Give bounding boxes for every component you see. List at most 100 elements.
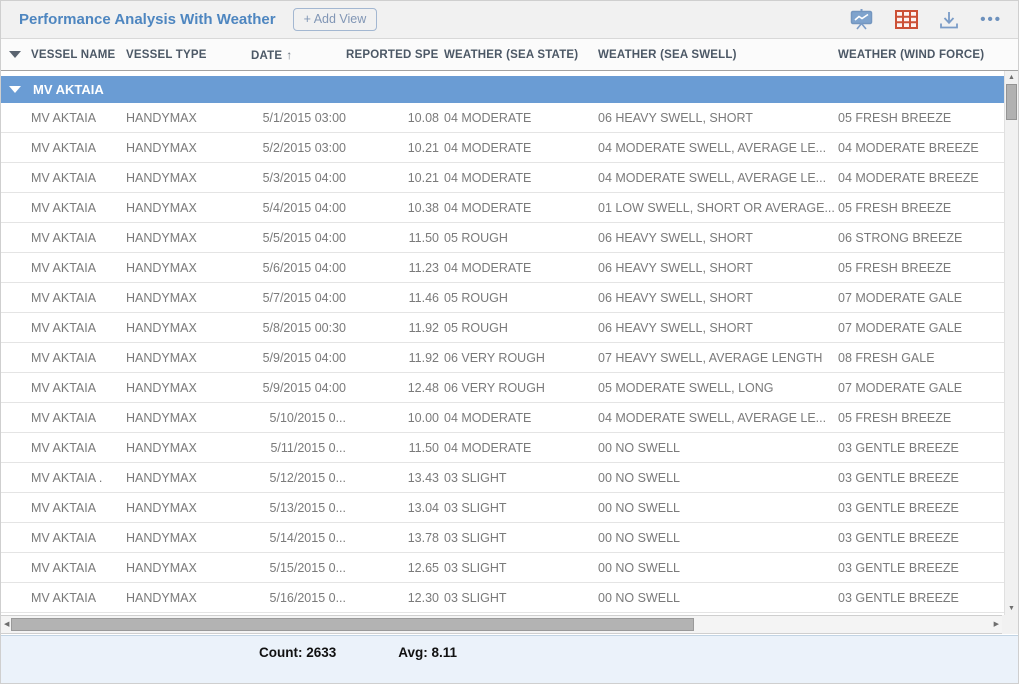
table-row[interactable]: MV AKTAIAHANDYMAX5/13/2015 0...13.0403 S…	[1, 493, 1006, 523]
scroll-up-arrow-icon[interactable]: ▲	[1005, 74, 1018, 81]
collapse-all-button[interactable]	[1, 51, 31, 58]
cell-sea_swell: 04 MODERATE SWELL, AVERAGE LE...	[596, 141, 836, 155]
more-options-icon[interactable]: •••	[980, 12, 1002, 27]
cell-type: HANDYMAX	[126, 111, 241, 125]
toolbar: •••	[849, 9, 1002, 30]
column-header-type[interactable]: VESSEL TYPE	[126, 49, 241, 61]
cell-wind_force: 05 FRESH BREEZE	[836, 411, 1006, 425]
cell-date: 5/3/2015 04:00	[241, 171, 346, 185]
table-row[interactable]: MV AKTAIAHANDYMAX5/14/2015 0...13.7803 S…	[1, 523, 1006, 553]
cell-sea_state: 04 MODERATE	[439, 441, 596, 455]
cell-wind_force: 05 FRESH BREEZE	[836, 261, 1006, 275]
cell-sea_state: 04 MODERATE	[439, 171, 596, 185]
cell-speed: 10.00	[346, 411, 439, 425]
table-row[interactable]: MV AKTAIAHANDYMAX5/8/2015 00:3011.9205 R…	[1, 313, 1006, 343]
cell-date: 5/8/2015 00:30	[241, 321, 346, 335]
column-header-wind_force[interactable]: WEATHER (WIND FORCE)	[836, 49, 1006, 61]
column-header-row: VESSEL NAMEVESSEL TYPEDATE↑REPORTED SPEE…	[1, 39, 1018, 71]
count-summary: Count: 2633	[259, 645, 336, 660]
cell-sea_swell: 00 NO SWELL	[596, 531, 836, 545]
cell-date: 5/1/2015 03:00	[241, 111, 346, 125]
page-title: Performance Analysis With Weather	[19, 11, 276, 28]
cell-vessel: MV AKTAIA	[31, 291, 126, 305]
scroll-left-arrow-icon[interactable]: ◀	[4, 621, 9, 628]
cell-sea_state: 03 SLIGHT	[439, 561, 596, 575]
table-row[interactable]: MV AKTAIA .HANDYMAX5/12/2015 0...13.4303…	[1, 463, 1006, 493]
horizontal-scrollbar[interactable]: ◀ ▶	[1, 615, 1004, 634]
cell-speed: 11.23	[346, 261, 439, 275]
cell-date: 5/2/2015 03:00	[241, 141, 346, 155]
cell-date: 5/7/2015 04:00	[241, 291, 346, 305]
cell-type: HANDYMAX	[126, 561, 241, 575]
cell-wind_force: 04 MODERATE BREEZE	[836, 141, 1006, 155]
cell-sea_state: 06 VERY ROUGH	[439, 381, 596, 395]
table-row[interactable]: MV AKTAIAHANDYMAX5/6/2015 04:0011.2304 M…	[1, 253, 1006, 283]
cell-sea_swell: 00 NO SWELL	[596, 591, 836, 605]
table-row[interactable]: MV AKTAIAHANDYMAX5/5/2015 04:0011.5005 R…	[1, 223, 1006, 253]
table-row[interactable]: MV AKTAIAHANDYMAX5/7/2015 04:0011.4605 R…	[1, 283, 1006, 313]
column-header-speed[interactable]: REPORTED SPEED	[346, 49, 439, 61]
cell-date: 5/9/2015 04:00	[241, 381, 346, 395]
cell-sea_state: 03 SLIGHT	[439, 591, 596, 605]
table-row[interactable]: MV AKTAIAHANDYMAX5/1/2015 03:0010.0804 M…	[1, 103, 1006, 133]
column-header-vessel[interactable]: VESSEL NAME	[31, 49, 126, 61]
table-row[interactable]: MV AKTAIAHANDYMAX5/4/2015 04:0010.3804 M…	[1, 193, 1006, 223]
table-row[interactable]: MV AKTAIAHANDYMAX5/11/2015 0...11.5004 M…	[1, 433, 1006, 463]
table-row[interactable]: MV AKTAIAHANDYMAX5/3/2015 04:0010.2104 M…	[1, 163, 1006, 193]
table-row[interactable]: MV AKTAIAHANDYMAX5/9/2015 04:0012.4806 V…	[1, 373, 1006, 403]
table-view-icon[interactable]	[895, 10, 918, 29]
column-header-sea_swell[interactable]: WEATHER (SEA SWELL)	[596, 49, 836, 61]
cell-date: 5/9/2015 04:00	[241, 351, 346, 365]
download-icon[interactable]	[939, 10, 959, 30]
cell-speed: 11.50	[346, 441, 439, 455]
horizontal-scrollbar-thumb[interactable]	[11, 618, 694, 631]
cell-type: HANDYMAX	[126, 201, 241, 215]
cell-date: 5/10/2015 0...	[241, 411, 346, 425]
cell-vessel: MV AKTAIA	[31, 261, 126, 275]
scroll-down-arrow-icon[interactable]: ▼	[1005, 605, 1018, 612]
cell-speed: 12.65	[346, 561, 439, 575]
cell-vessel: MV AKTAIA	[31, 501, 126, 515]
cell-vessel: MV AKTAIA	[31, 381, 126, 395]
cell-wind_force: 04 MODERATE BREEZE	[836, 171, 1006, 185]
cell-speed: 11.92	[346, 351, 439, 365]
cell-vessel: MV AKTAIA	[31, 201, 126, 215]
scroll-right-arrow-icon[interactable]: ▶	[994, 621, 999, 628]
group-header-row[interactable]: MV AKTAIA	[1, 76, 1006, 103]
cell-sea_state: 06 VERY ROUGH	[439, 351, 596, 365]
table-row[interactable]: MV AKTAIAHANDYMAX5/9/2015 04:0011.9206 V…	[1, 343, 1006, 373]
cell-type: HANDYMAX	[126, 411, 241, 425]
table-row[interactable]: MV AKTAIAHANDYMAX5/2/2015 03:0010.2104 M…	[1, 133, 1006, 163]
vertical-scrollbar-thumb[interactable]	[1006, 84, 1017, 120]
cell-vessel: MV AKTAIA	[31, 231, 126, 245]
cell-sea_state: 05 ROUGH	[439, 291, 596, 305]
cell-sea_state: 04 MODERATE	[439, 411, 596, 425]
cell-speed: 10.21	[346, 141, 439, 155]
column-header-sea_state[interactable]: WEATHER (SEA STATE)	[439, 49, 596, 61]
chevron-down-icon	[9, 86, 21, 93]
cell-wind_force: 03 GENTLE BREEZE	[836, 471, 1006, 485]
add-view-button[interactable]: + Add View	[293, 8, 378, 31]
cell-sea_swell: 00 NO SWELL	[596, 471, 836, 485]
cell-vessel: MV AKTAIA	[31, 561, 126, 575]
scrollbar-corner	[1002, 615, 1018, 634]
cell-speed: 10.21	[346, 171, 439, 185]
cell-type: HANDYMAX	[126, 591, 241, 605]
vertical-scrollbar[interactable]: ▲ ▼	[1004, 71, 1018, 615]
chart-view-icon[interactable]	[849, 9, 874, 30]
cell-speed: 10.08	[346, 111, 439, 125]
table-row[interactable]: MV AKTAIAHANDYMAX5/15/2015 0...12.6503 S…	[1, 553, 1006, 583]
cell-type: HANDYMAX	[126, 291, 241, 305]
cell-date: 5/12/2015 0...	[241, 471, 346, 485]
cell-sea_state: 03 SLIGHT	[439, 471, 596, 485]
cell-sea_state: 05 ROUGH	[439, 231, 596, 245]
cell-type: HANDYMAX	[126, 261, 241, 275]
cell-date: 5/5/2015 04:00	[241, 231, 346, 245]
cell-wind_force: 03 GENTLE BREEZE	[836, 441, 1006, 455]
cell-sea_swell: 00 NO SWELL	[596, 561, 836, 575]
table-row[interactable]: MV AKTAIAHANDYMAX5/16/2015 0...12.3003 S…	[1, 583, 1006, 613]
cell-sea_swell: 04 MODERATE SWELL, AVERAGE LE...	[596, 171, 836, 185]
table-row[interactable]: MV AKTAIAHANDYMAX5/10/2015 0...10.0004 M…	[1, 403, 1006, 433]
cell-sea_state: 04 MODERATE	[439, 201, 596, 215]
column-header-date[interactable]: DATE↑	[241, 48, 346, 62]
